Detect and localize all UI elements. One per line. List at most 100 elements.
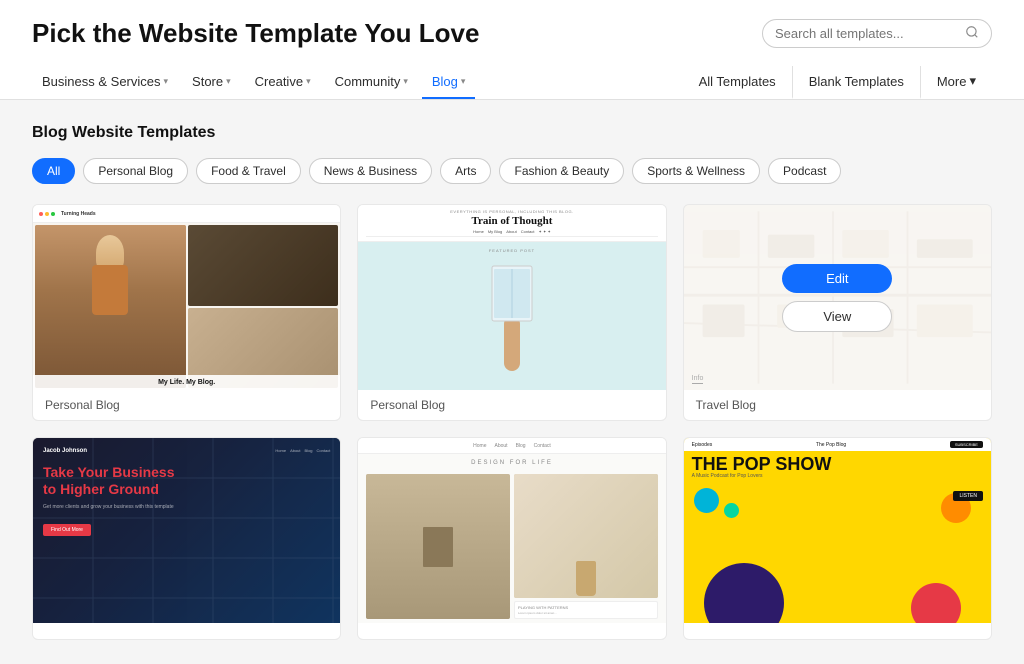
view-button[interactable]: View xyxy=(782,301,892,332)
circle-big xyxy=(704,563,784,623)
book-hand-illustration xyxy=(482,256,542,376)
design-tagline: DESIGN FOR LIFE xyxy=(358,454,665,470)
filter-all[interactable]: All xyxy=(32,158,75,184)
template-card-6[interactable]: Episodes The Pop Blog SUBSCRIBE THE POP … xyxy=(683,437,992,640)
header: Pick the Website Template You Love Busin… xyxy=(0,0,1024,100)
personal-blog-preview: Turning Heads M xyxy=(33,205,340,390)
train-subnav: Home My Blog About Contact ✦ ✦ ✦ xyxy=(366,227,657,237)
right-col xyxy=(188,225,339,388)
pop-nav: Episodes The Pop Blog SUBSCRIBE xyxy=(684,438,991,451)
filter-row: All Personal Blog Food & Travel News & B… xyxy=(32,158,992,184)
mini-dot-y xyxy=(45,212,49,216)
pop-show-preview: Episodes The Pop Blog SUBSCRIBE THE POP … xyxy=(684,438,991,623)
template-card-1[interactable]: Turning Heads M xyxy=(32,204,341,421)
nav-item-business[interactable]: Business & Services ▾ xyxy=(32,66,178,99)
chevron-down-icon: ▾ xyxy=(306,76,311,87)
design-left-image xyxy=(366,474,510,619)
chevron-down-icon: ▾ xyxy=(226,76,231,87)
filter-arts[interactable]: Arts xyxy=(440,158,491,184)
featured-area: FEATURED POST xyxy=(358,242,665,390)
biz-logo: Jacob Johnson xyxy=(43,448,87,454)
template-label-5 xyxy=(358,623,665,639)
nav-right: All Templates Blank Templates More ▾ xyxy=(683,65,992,99)
nav-row: Business & Services ▾ Store ▾ Creative ▾… xyxy=(32,65,992,99)
travel-blog-preview: Info Edit View xyxy=(684,205,991,390)
chevron-down-icon: ▾ xyxy=(969,73,976,89)
pop-art: LISTEN xyxy=(684,483,991,623)
biz-sub: Get more clients and grow your business … xyxy=(43,504,330,510)
nav-item-community[interactable]: Community ▾ xyxy=(325,66,418,99)
filter-news-business[interactable]: News & Business xyxy=(309,158,432,184)
design-content: PLAYING WITH PATTERNS Lorem ipsum dolor … xyxy=(358,470,665,623)
travel-overlay: Edit View xyxy=(684,205,991,390)
nav-all-templates[interactable]: All Templates xyxy=(683,66,793,99)
biz-nav: Jacob Johnson Home About Blog Contact xyxy=(43,448,330,454)
mini-nav: Turning Heads xyxy=(33,205,340,223)
filter-food-travel[interactable]: Food & Travel xyxy=(196,158,301,184)
design-right-col: PLAYING WITH PATTERNS Lorem ipsum dolor … xyxy=(514,474,658,619)
section-title: Blog Website Templates xyxy=(32,124,992,142)
nav-item-creative[interactable]: Creative ▾ xyxy=(245,66,321,99)
template-thumb-2: Everything is personal, including this b… xyxy=(358,205,665,390)
train-tagline: Everything is personal, including this b… xyxy=(366,209,657,214)
search-icon xyxy=(965,25,979,42)
nav-more[interactable]: More ▾ xyxy=(921,65,992,99)
design-top-image xyxy=(514,474,658,598)
chevron-down-icon: ▾ xyxy=(164,76,169,87)
image-area xyxy=(33,223,340,390)
nav-blank-templates[interactable]: Blank Templates xyxy=(793,66,921,99)
design-preview: Home About Blog Contact DESIGN FOR LIFE xyxy=(358,438,665,623)
template-thumb-6: Episodes The Pop Blog SUBSCRIBE THE POP … xyxy=(684,438,991,623)
template-thumb-5: Home About Blog Contact DESIGN FOR LIFE xyxy=(358,438,665,623)
train-header: Everything is personal, including this b… xyxy=(358,205,665,242)
circle-blue xyxy=(694,488,719,513)
pop-sub: A Music Podcast for Pop Lovers xyxy=(692,473,983,479)
template-thumb-1: Turning Heads M xyxy=(33,205,340,390)
business-content: Jacob Johnson Home About Blog Contact Ta… xyxy=(43,448,330,536)
mini-dots xyxy=(39,212,55,216)
circle-med xyxy=(911,583,961,623)
search-box[interactable] xyxy=(762,19,992,48)
search-input[interactable] xyxy=(775,26,961,41)
mini-dot-g xyxy=(51,212,55,216)
nav-item-blog[interactable]: Blog ▾ xyxy=(422,66,476,99)
template-label-3: Travel Blog xyxy=(684,390,991,420)
template-label-4 xyxy=(33,623,340,639)
pop-logo: THE POP SHOW xyxy=(692,455,983,473)
template-card-4[interactable]: Jacob Johnson Home About Blog Contact Ta… xyxy=(32,437,341,640)
main-content: Blog Website Templates All Personal Blog… xyxy=(0,100,1024,664)
design-card: PLAYING WITH PATTERNS Lorem ipsum dolor … xyxy=(514,601,658,619)
template-thumb-4: Jacob Johnson Home About Blog Contact Ta… xyxy=(33,438,340,623)
overlay-text: My Life. My Blog. xyxy=(33,375,340,390)
mini-logo: Turning Heads xyxy=(61,211,96,217)
edit-button[interactable]: Edit xyxy=(782,264,892,293)
filter-fashion-beauty[interactable]: Fashion & Beauty xyxy=(499,158,624,184)
template-label-6 xyxy=(684,623,991,639)
pop-logo-area: THE POP SHOW A Music Podcast for Pop Lov… xyxy=(684,451,991,483)
featured-label: FEATURED POST xyxy=(489,248,535,253)
right-top-photo xyxy=(188,225,339,306)
business-preview: Jacob Johnson Home About Blog Contact Ta… xyxy=(33,438,340,623)
template-card-3[interactable]: Info Edit View Travel Blog xyxy=(683,204,992,421)
template-card-2[interactable]: Everything is personal, including this b… xyxy=(357,204,666,421)
filter-podcast[interactable]: Podcast xyxy=(768,158,841,184)
nav-item-store[interactable]: Store ▾ xyxy=(182,66,241,99)
left-photo xyxy=(35,225,186,388)
template-card-5[interactable]: Home About Blog Contact DESIGN FOR LIFE xyxy=(357,437,666,640)
biz-cta: Find Out More xyxy=(43,524,91,536)
nav-left: Business & Services ▾ Store ▾ Creative ▾… xyxy=(32,66,475,99)
biz-headline: Take Your Business to Higher Ground xyxy=(43,464,330,498)
train-of-thought-preview: Everything is personal, including this b… xyxy=(358,205,665,390)
biz-nav-items: Home About Blog Contact xyxy=(275,448,330,454)
page-title: Pick the Website Template You Love xyxy=(32,18,479,49)
template-label-2: Personal Blog xyxy=(358,390,665,420)
filter-sports-wellness[interactable]: Sports & Wellness xyxy=(632,158,760,184)
listen-button: LISTEN xyxy=(953,491,983,501)
chevron-down-icon: ▾ xyxy=(403,76,408,87)
chevron-down-icon: ▾ xyxy=(461,76,466,87)
header-row1: Pick the Website Template You Love xyxy=(32,18,992,49)
mini-dot-r xyxy=(39,212,43,216)
circle-green xyxy=(724,503,739,518)
template-label-1: Personal Blog xyxy=(33,390,340,420)
filter-personal-blog[interactable]: Personal Blog xyxy=(83,158,188,184)
